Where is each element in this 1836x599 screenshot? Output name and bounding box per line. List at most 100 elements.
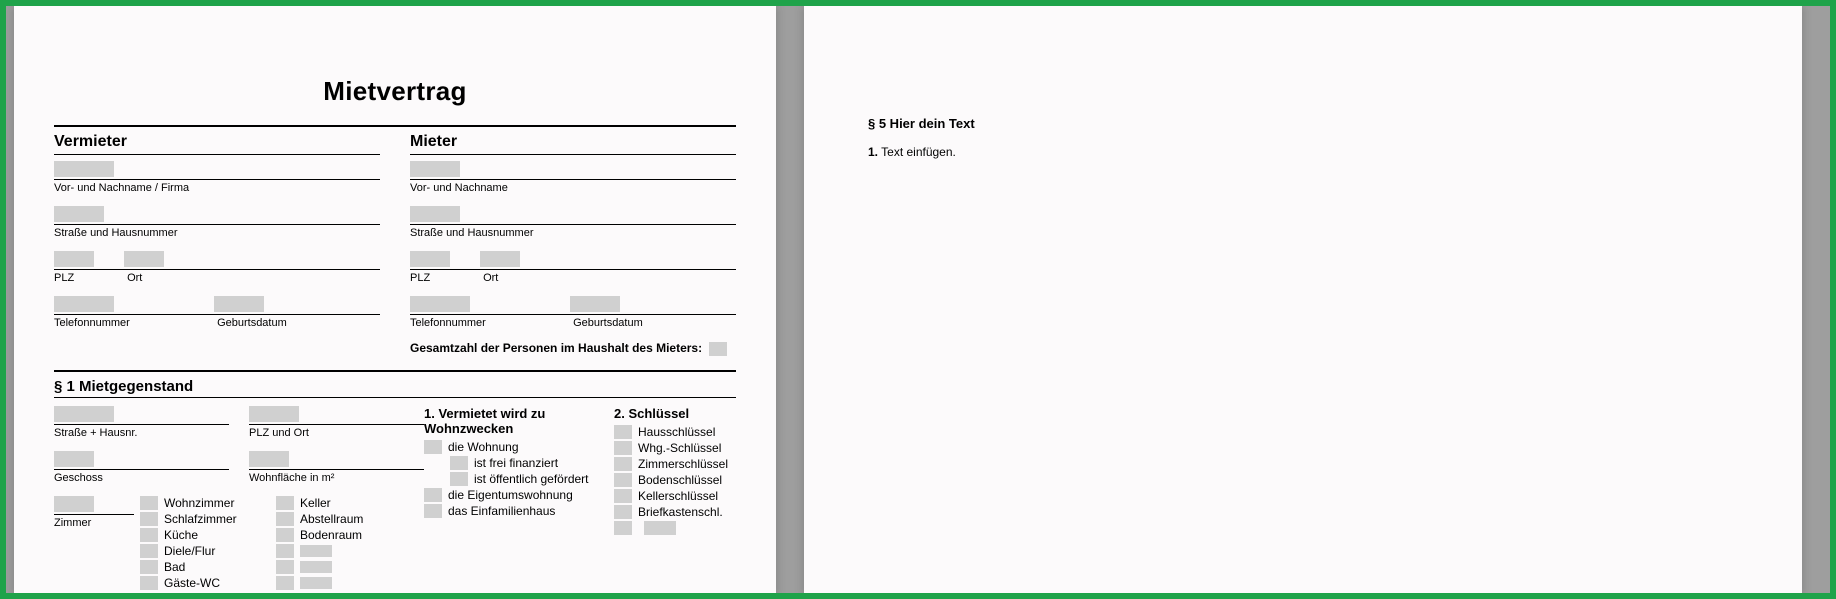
doc-title: Mietvertrag — [54, 76, 736, 107]
s1-street-field[interactable] — [54, 406, 114, 422]
vermieter-head: Vermieter — [54, 133, 380, 151]
room1-0: Wohnzimmer — [140, 496, 270, 510]
mieter-block: Mieter Vor- und Nachname Straße und Haus… — [400, 133, 736, 370]
room1-1: Schlafzimmer — [140, 512, 270, 526]
room1-4-check[interactable] — [140, 560, 158, 574]
room1-2-check[interactable] — [140, 528, 158, 542]
mieter-ort-field[interactable] — [480, 251, 520, 267]
room2-blank0-check[interactable] — [276, 544, 294, 558]
s1-rooms-field[interactable] — [54, 496, 94, 512]
vermieter-street-field[interactable] — [54, 206, 104, 222]
mieter-dob-field[interactable] — [570, 296, 620, 312]
key-1: Whg.-Schlüssel — [614, 441, 736, 455]
total-persons-label: Gesamtzahl der Personen im Haushalt des … — [410, 341, 702, 355]
mieter-head: Mieter — [410, 133, 736, 151]
key-0-check[interactable] — [614, 425, 632, 439]
vermieter-tel-field[interactable] — [54, 296, 114, 312]
key-2-label: Zimmerschlüssel — [638, 457, 728, 471]
vermieter-plz-label: PLZ — [54, 272, 124, 284]
s1-floor-label: Geschoss — [54, 472, 229, 484]
key-extra1-field[interactable] — [614, 521, 632, 535]
key-4-label: Kellerschlüssel — [638, 489, 718, 503]
room2-2-check[interactable] — [276, 528, 294, 542]
vermieter-plz-field[interactable] — [54, 251, 94, 267]
mieter-street-label: Straße und Hausnummer — [410, 227, 736, 239]
mieter-street-field[interactable] — [410, 206, 460, 222]
room2-1-label: Abstellraum — [300, 512, 363, 526]
vermieter-name-label: Vor- und Nachname / Firma — [54, 182, 380, 194]
rooms-col1: WohnzimmerSchlafzimmerKücheDiele/FlurBad… — [140, 496, 270, 592]
room2-blank2-check[interactable] — [276, 576, 294, 590]
room2-blank2-field[interactable] — [300, 577, 332, 589]
title-rule — [54, 125, 736, 127]
mieter-name-field[interactable] — [410, 161, 460, 177]
key-1-label: Whg.-Schlüssel — [638, 441, 721, 455]
s1-city-field[interactable] — [249, 406, 299, 422]
mieter-tel-field[interactable] — [410, 296, 470, 312]
purpose-wohnung-label: die Wohnung — [448, 440, 519, 454]
key-extra2-field[interactable] — [644, 521, 676, 535]
s1-area-label: Wohnfläche in m² — [249, 472, 424, 484]
room2-blank0-field[interactable] — [300, 545, 332, 557]
key-3-label: Bodenschlüssel — [638, 473, 722, 487]
vermieter-block: Vermieter Vor- und Nachname / Firma Stra… — [54, 133, 400, 370]
purpose-oeff-label: ist öffentlich gefördert — [474, 472, 589, 486]
room1-0-check[interactable] — [140, 496, 158, 510]
room2-blank1-check[interactable] — [276, 560, 294, 574]
room2-1-check[interactable] — [276, 512, 294, 526]
room2-1: Abstellraum — [276, 512, 406, 526]
key-5-check[interactable] — [614, 505, 632, 519]
s5-body-text: Text einfügen. — [881, 145, 956, 159]
s1-rooms-label: Zimmer — [54, 517, 134, 529]
purpose-efh-label: das Einfamilienhaus — [448, 504, 555, 518]
purpose-frei-check[interactable] — [450, 456, 468, 470]
room1-2-label: Küche — [164, 528, 198, 542]
vermieter-dob-label: Geburtsdatum — [217, 317, 287, 329]
total-persons-row: Gesamtzahl der Personen im Haushalt des … — [410, 341, 736, 356]
key-5: Briefkastenschl. — [614, 505, 736, 519]
key-0: Hausschlüssel — [614, 425, 736, 439]
vermieter-name-field[interactable] — [54, 161, 114, 177]
room1-2: Küche — [140, 528, 270, 542]
room1-3-label: Diele/Flur — [164, 544, 215, 558]
purpose-oeff-check[interactable] — [450, 472, 468, 486]
page-1: Mietvertrag Vermieter Vor- und Nachname … — [14, 6, 776, 595]
room2-2-label: Bodenraum — [300, 528, 362, 542]
key-1-check[interactable] — [614, 441, 632, 455]
key-4-check[interactable] — [614, 489, 632, 503]
page-2: § 5 Hier dein Text 1. Text einfügen. — [804, 6, 1802, 595]
room2-blank1-field[interactable] — [300, 561, 332, 573]
s1-street-label: Straße + Hausnr. — [54, 427, 229, 439]
key-2-check[interactable] — [614, 457, 632, 471]
s1-floor-field[interactable] — [54, 451, 94, 467]
s1-area-field[interactable] — [249, 451, 289, 467]
room1-3: Diele/Flur — [140, 544, 270, 558]
s1-purpose: 1. Vermietet wird zu Wohnzwecken die Woh… — [424, 406, 614, 592]
room1-1-check[interactable] — [140, 512, 158, 526]
purpose-head: 1. Vermietet wird zu Wohnzwecken — [424, 406, 614, 436]
vermieter-ort-field[interactable] — [124, 251, 164, 267]
mieter-name-label: Vor- und Nachname — [410, 182, 736, 194]
key-3-check[interactable] — [614, 473, 632, 487]
vermieter-dob-field[interactable] — [214, 296, 264, 312]
key-3: Bodenschlüssel — [614, 473, 736, 487]
rooms-col2: Keller Abstellraum Bodenraum — [276, 496, 406, 592]
key-2: Zimmerschlüssel — [614, 457, 736, 471]
purpose-wohnung-check[interactable] — [424, 440, 442, 454]
s1-head: § 1 Mietgegenstand — [54, 378, 736, 395]
purpose-etw-check[interactable] — [424, 488, 442, 502]
key-5-label: Briefkastenschl. — [638, 505, 723, 519]
vermieter-street-label: Straße und Hausnummer — [54, 227, 380, 239]
purpose-efh-check[interactable] — [424, 504, 442, 518]
room1-3-check[interactable] — [140, 544, 158, 558]
total-persons-field[interactable] — [709, 342, 727, 356]
mieter-plz-label: PLZ — [410, 272, 480, 284]
s1-keys: 2. Schlüssel HausschlüsselWhg.-Schlüssel… — [614, 406, 736, 592]
mieter-ort-label: Ort — [483, 272, 498, 284]
room1-1-label: Schlafzimmer — [164, 512, 237, 526]
room1-5-label: Gäste-WC — [164, 576, 220, 590]
room2-0: Keller — [276, 496, 406, 510]
room1-5-check[interactable] — [140, 576, 158, 590]
room2-0-check[interactable] — [276, 496, 294, 510]
mieter-plz-field[interactable] — [410, 251, 450, 267]
